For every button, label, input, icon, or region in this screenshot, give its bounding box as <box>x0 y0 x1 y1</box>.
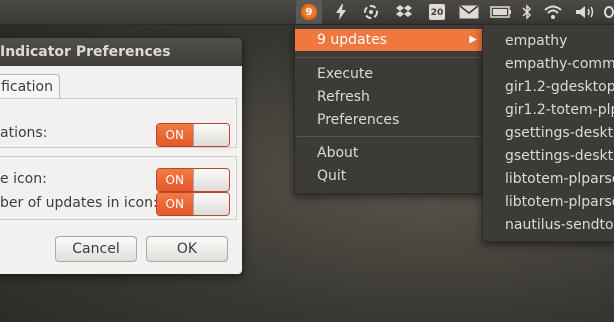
package-item[interactable]: empathy <box>505 30 567 52</box>
package-item[interactable]: libtotem-plparse <box>505 168 614 190</box>
settings-row: ations: ON <box>0 122 236 147</box>
bluetooth-icon[interactable] <box>520 0 534 24</box>
package-item[interactable]: gsettings-deskto <box>505 122 614 144</box>
menu-item-execute[interactable]: Execute <box>295 63 485 85</box>
volume-icon[interactable] <box>574 0 596 24</box>
updates-submenu: empathy empathy-commo gir1.2-gdesktop gi… <box>482 24 614 242</box>
updates-gear-icon: 9 <box>301 4 317 20</box>
dropbox-icon[interactable] <box>394 0 414 24</box>
battery-icon[interactable] <box>490 0 512 24</box>
indicator-menu: 9 updates ▶ Execute Refresh Preferences … <box>294 24 486 194</box>
package-item[interactable]: gir1.2-gdesktop <box>505 76 614 98</box>
top-panel: 9 20 <box>0 0 614 25</box>
package-item[interactable]: gir1.2-totem-plp <box>505 99 614 121</box>
updates-indicator[interactable]: 9 <box>296 0 322 24</box>
package-item[interactable]: gsettings-deskto <box>505 145 614 167</box>
menu-item-label: Quit <box>317 168 347 184</box>
switch-knob <box>192 124 229 146</box>
package-item[interactable]: nautilus-sendto- <box>505 214 614 236</box>
update-manager-icon[interactable] <box>361 0 381 24</box>
wifi-icon[interactable] <box>543 0 563 24</box>
switch-knob <box>192 169 229 191</box>
menu-item-label: Refresh <box>317 89 370 105</box>
updates-badge: 9 <box>305 6 313 18</box>
preferences-dialog: Indicator Preferences fication ations: O… <box>0 38 242 274</box>
menu-item-label: About <box>317 145 359 161</box>
package-item[interactable]: empathy-commo <box>505 53 614 75</box>
session-gear-icon[interactable] <box>604 0 614 24</box>
toggle-switch[interactable]: ON <box>156 192 230 216</box>
menu-item-label: Execute <box>317 66 373 82</box>
package-item[interactable]: libtotem-plparse <box>505 191 614 213</box>
switch-knob <box>192 193 229 215</box>
toggle-switch[interactable]: ON <box>156 123 230 147</box>
menu-separator <box>297 57 483 58</box>
calendar-icon[interactable]: 20 <box>427 0 447 24</box>
switch-on-label: ON <box>157 169 193 191</box>
row-label: ations: <box>0 125 48 141</box>
dialog-title: Indicator Preferences <box>0 38 242 66</box>
calendar-day: 20 <box>429 4 445 20</box>
toggle-switch[interactable]: ON <box>156 168 230 192</box>
ok-button[interactable]: OK <box>146 236 228 262</box>
lightning-icon[interactable] <box>332 0 350 24</box>
tab-notification[interactable]: fication <box>0 74 60 98</box>
menu-item-about[interactable]: About <box>295 142 485 164</box>
settings-row: e icon: ON <box>0 168 236 192</box>
row-label: e icon: <box>0 171 47 187</box>
menu-item-updates[interactable]: 9 updates ▶ <box>295 29 485 51</box>
menu-item-preferences[interactable]: Preferences <box>295 109 485 131</box>
menu-separator <box>297 136 483 137</box>
settings-row: ber of updates in icon: ON <box>0 192 236 216</box>
switch-on-label: ON <box>157 193 193 215</box>
submenu-arrow-icon: ▶ <box>469 34 477 45</box>
menu-item-label: 9 updates <box>317 32 387 48</box>
menu-item-refresh[interactable]: Refresh <box>295 86 485 108</box>
mail-icon[interactable] <box>458 0 480 24</box>
menu-item-quit[interactable]: Quit <box>295 165 485 187</box>
switch-on-label: ON <box>157 124 193 146</box>
menu-item-label: Preferences <box>317 112 400 128</box>
row-label: ber of updates in icon: <box>0 195 158 211</box>
dialog-title-text: Indicator Preferences <box>0 44 171 60</box>
cancel-button[interactable]: Cancel <box>55 236 137 262</box>
